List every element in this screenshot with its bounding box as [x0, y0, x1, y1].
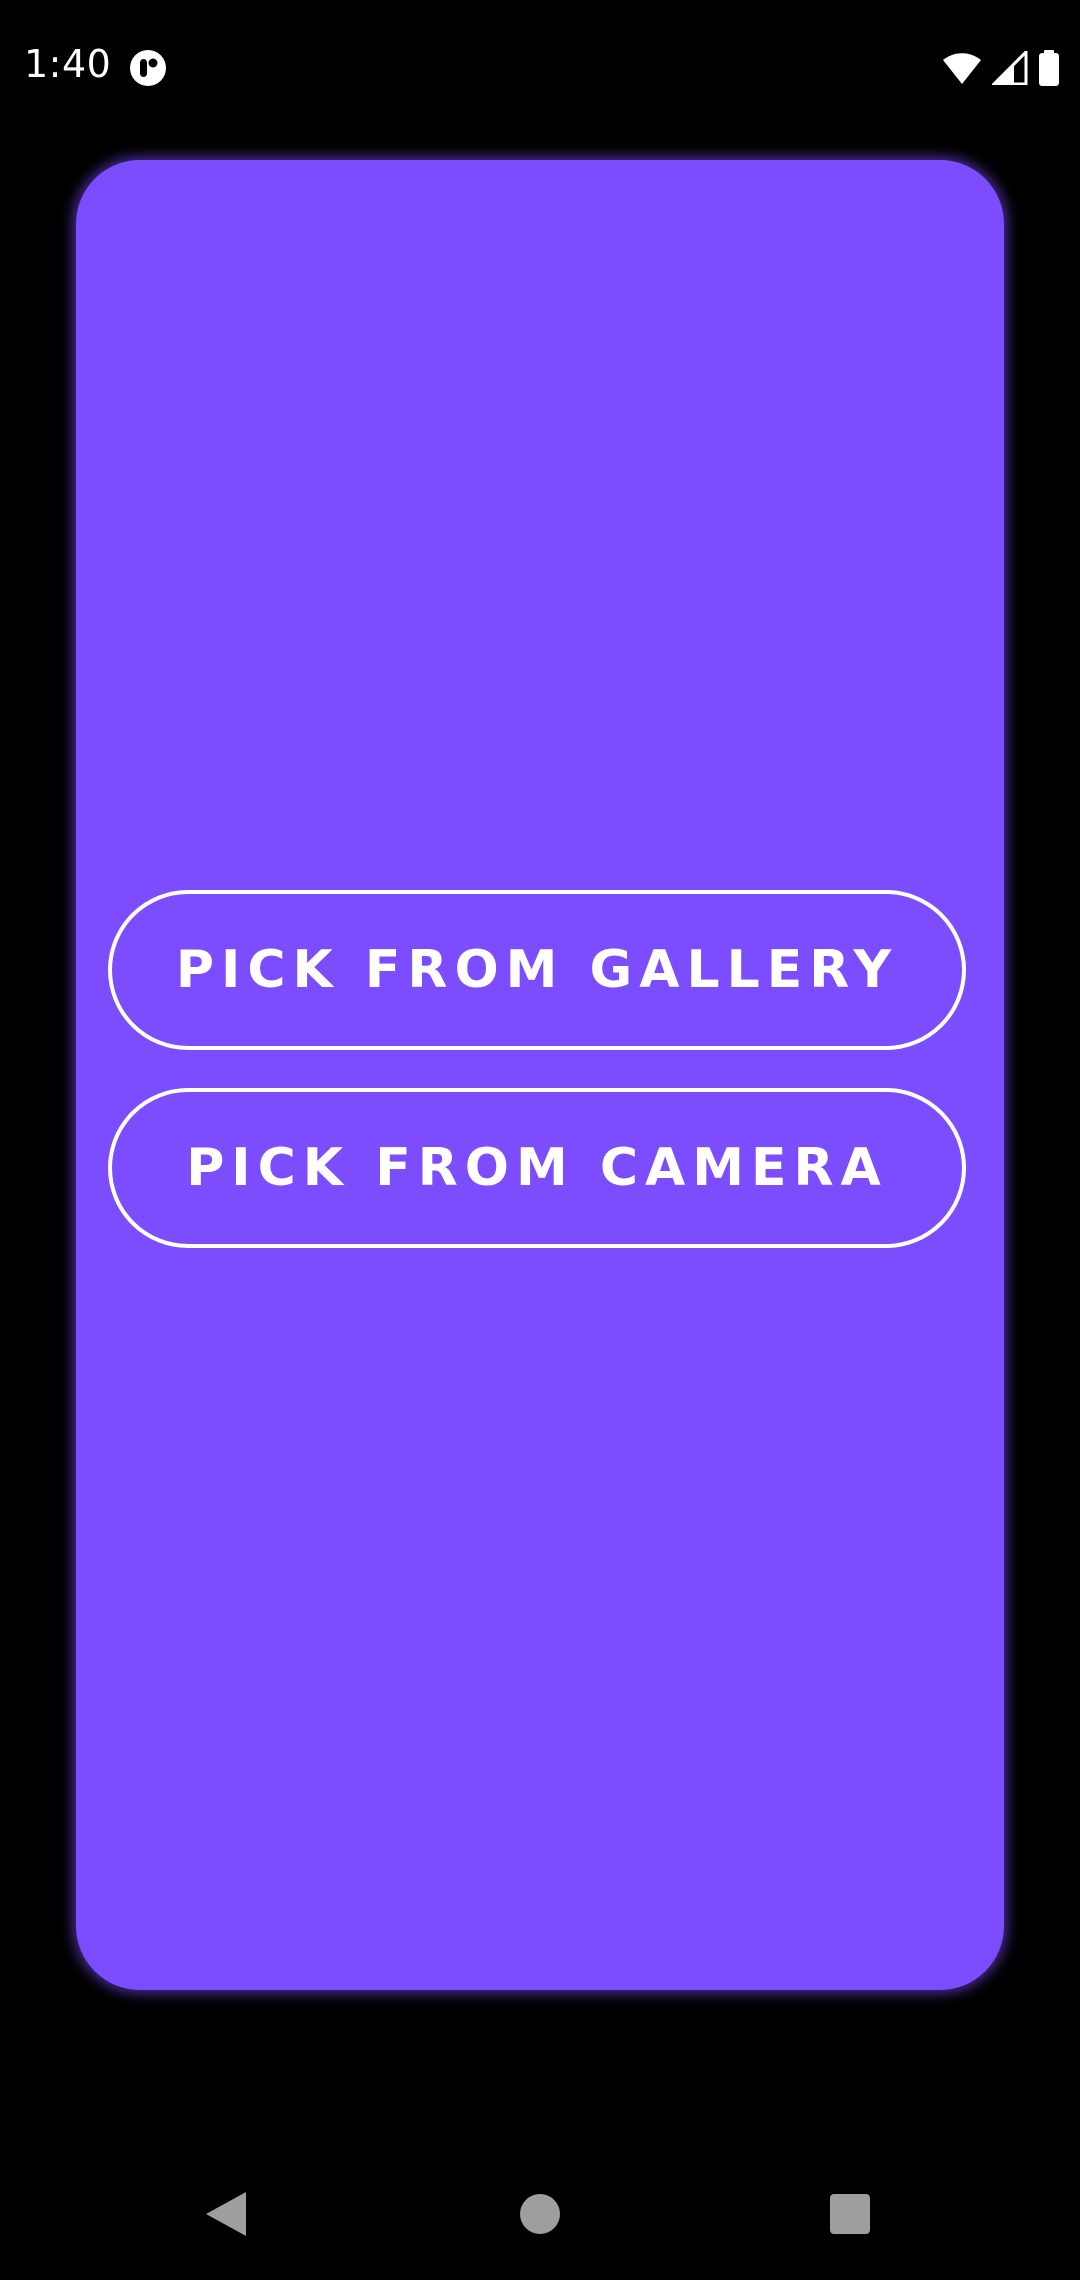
recents-icon[interactable] — [830, 2194, 870, 2234]
pick-from-gallery-label: PICK FROM GALLERY — [175, 940, 899, 1000]
status-icons — [942, 48, 1060, 88]
content-card: PICK FROM GALLERY PICK FROM CAMERA — [76, 160, 1004, 1990]
pick-from-gallery-button[interactable]: PICK FROM GALLERY — [108, 890, 966, 1050]
notification-app-icon — [130, 50, 166, 86]
pick-from-camera-label: PICK FROM CAMERA — [186, 1138, 888, 1198]
status-time: 1:40 — [24, 42, 112, 86]
home-icon[interactable] — [519, 2193, 561, 2235]
screen: 1:40 PICK FROM GALLERY PICK FROM CAMERA — [0, 0, 1080, 2280]
back-icon[interactable] — [204, 2190, 248, 2238]
navigation-bar — [0, 2130, 1080, 2280]
status-bar: 1:40 — [0, 0, 1080, 130]
battery-icon — [1039, 50, 1059, 86]
wifi-icon — [943, 53, 981, 84]
pick-from-camera-button[interactable]: PICK FROM CAMERA — [108, 1088, 966, 1248]
cell-signal-icon — [992, 51, 1028, 85]
